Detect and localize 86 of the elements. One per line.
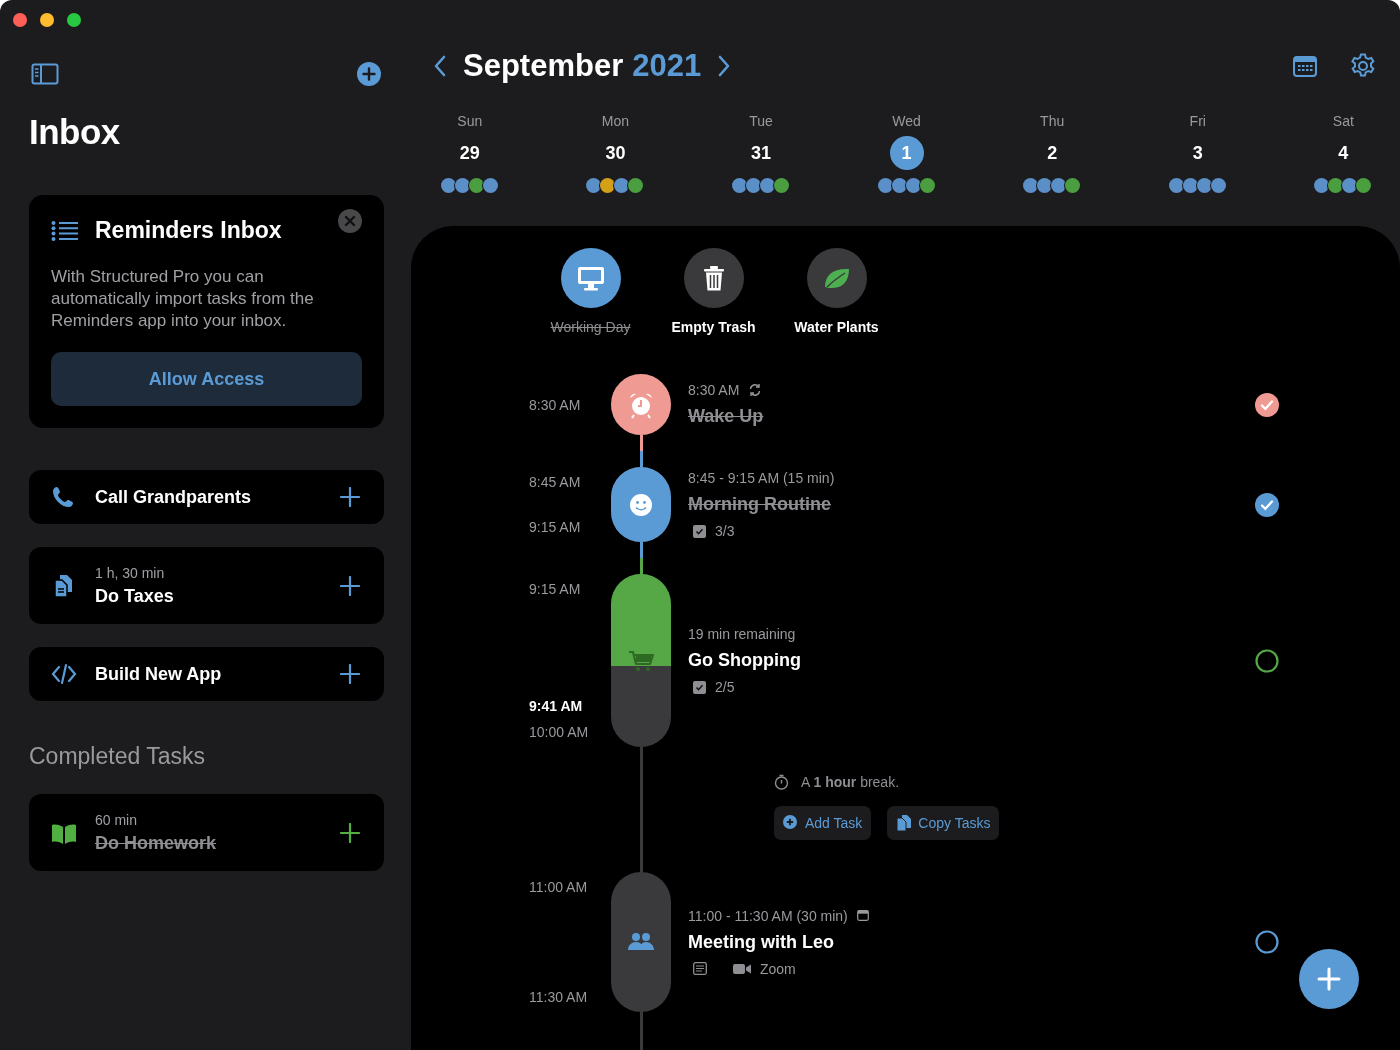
time-label: 11:00 AM bbox=[529, 879, 589, 895]
next-month-icon[interactable] bbox=[717, 55, 732, 77]
task-card[interactable]: Build New App bbox=[29, 647, 384, 701]
video-camera-icon bbox=[733, 962, 751, 975]
section-heading: Completed Tasks bbox=[29, 743, 206, 770]
task-title: Meeting with Leo bbox=[688, 931, 835, 953]
break-text: A 1 hour break. bbox=[801, 774, 900, 790]
task-time: 8:30 AM bbox=[688, 382, 740, 398]
time-label: 11:30 AM bbox=[529, 989, 589, 1005]
task-time: 8:45 - 9:15 AM (15 min) bbox=[688, 470, 835, 486]
add-icon[interactable] bbox=[340, 575, 360, 596]
checkbox[interactable] bbox=[1255, 648, 1279, 673]
weekday-label: Mon bbox=[601, 113, 629, 129]
task-duration: 1 h, 30 min bbox=[95, 564, 166, 581]
task-card[interactable]: 1 h, 30 min Do Taxes bbox=[29, 547, 384, 624]
window-control[interactable] bbox=[13, 13, 27, 27]
window-control[interactable] bbox=[40, 13, 54, 27]
add-icon[interactable] bbox=[340, 664, 360, 684]
card-title: Reminders Inbox bbox=[95, 217, 283, 244]
date-number[interactable]: 30 bbox=[598, 136, 633, 170]
task-duration: 60 min bbox=[95, 811, 139, 828]
add-icon bbox=[783, 815, 798, 831]
checkbox-icon bbox=[693, 524, 706, 538]
time-label: 9:15 AM bbox=[529, 519, 582, 535]
task-title: Call Grandparents bbox=[95, 486, 253, 508]
timeline-connector bbox=[639, 1012, 643, 1050]
code-icon bbox=[51, 662, 77, 686]
weekday-label: Fri bbox=[1189, 113, 1206, 129]
task-pill[interactable] bbox=[611, 374, 671, 435]
task-title: Do Homework bbox=[95, 832, 218, 854]
time-label: 8:30 AM bbox=[529, 396, 582, 413]
task-title: Morning Routine bbox=[688, 494, 832, 515]
time-label: 10:00 AM bbox=[529, 724, 590, 740]
checkbox-icon bbox=[693, 680, 706, 694]
action-button[interactable]: Add Task bbox=[774, 806, 872, 840]
date-number[interactable]: 31 bbox=[744, 136, 778, 170]
task-pill[interactable] bbox=[611, 574, 671, 747]
completed-checkbox[interactable] bbox=[1255, 492, 1279, 517]
meeting-location: Zoom bbox=[760, 960, 796, 977]
date-number[interactable]: 29 bbox=[452, 136, 487, 170]
weekday-label: Tue bbox=[749, 113, 773, 129]
date-number[interactable]: 2 bbox=[1035, 136, 1070, 170]
timeline-connector bbox=[639, 435, 643, 467]
timer-icon bbox=[774, 774, 789, 790]
checkbox[interactable] bbox=[1255, 930, 1279, 954]
calendar-icon[interactable] bbox=[1293, 55, 1317, 77]
list-icon bbox=[51, 220, 79, 241]
routine-label: Empty Trash bbox=[671, 319, 756, 335]
time-label: 8:45 AM bbox=[529, 474, 582, 490]
add-icon[interactable] bbox=[1299, 949, 1359, 1009]
task-time: 11:00 - 11:30 AM (30 min) bbox=[688, 907, 848, 924]
add-icon[interactable] bbox=[357, 62, 381, 86]
subtask-count: 2/5 bbox=[715, 679, 735, 695]
weekday-label: Sat bbox=[1332, 113, 1354, 129]
add-icon[interactable] bbox=[340, 822, 360, 843]
inbox-title: Inbox bbox=[29, 111, 121, 153]
task-title: Wake Up bbox=[688, 406, 765, 427]
time-label: 9:41 AM bbox=[529, 698, 584, 714]
task-title: Build New App bbox=[95, 663, 223, 685]
card-description: With Structured Pro you can automatically import tasks from the Reminders app into your inbox. bbox=[51, 266, 315, 332]
timeline-connector bbox=[639, 542, 643, 574]
add-icon[interactable] bbox=[340, 487, 360, 507]
weekday-label: Sun bbox=[457, 113, 483, 129]
date-number[interactable]: 3 bbox=[1180, 136, 1215, 170]
routine-label: Water Plants bbox=[794, 319, 879, 335]
time-label: 9:15 AM bbox=[529, 581, 582, 597]
weekday-label: Thu bbox=[1040, 113, 1065, 129]
allow-access-button[interactable]: Allow Access bbox=[51, 352, 362, 406]
copy-icon bbox=[896, 815, 912, 831]
task-time: 19 min remaining bbox=[688, 626, 796, 642]
task-title: Do Taxes bbox=[95, 585, 175, 607]
routine-label: Working Day bbox=[550, 319, 631, 335]
task-title: Go Shopping bbox=[688, 650, 802, 671]
task-pill[interactable] bbox=[611, 467, 671, 542]
date-number[interactable]: 4 bbox=[1326, 136, 1361, 170]
task-card[interactable]: Call Grandparents bbox=[29, 470, 384, 524]
task-card[interactable]: 60 min Do Homework bbox=[29, 794, 384, 871]
weekday-label: Wed bbox=[892, 113, 921, 129]
settings-icon[interactable] bbox=[1350, 53, 1376, 79]
previous-month-icon[interactable] bbox=[433, 55, 447, 77]
completed-checkbox[interactable] bbox=[1255, 392, 1279, 417]
action-button[interactable]: Copy Tasks bbox=[887, 806, 1000, 840]
month-title: September 2021 bbox=[463, 48, 702, 84]
window-control[interactable] bbox=[67, 13, 81, 27]
sidebar-toggle-icon[interactable] bbox=[31, 63, 59, 85]
subtask-count: 3/3 bbox=[715, 523, 735, 539]
